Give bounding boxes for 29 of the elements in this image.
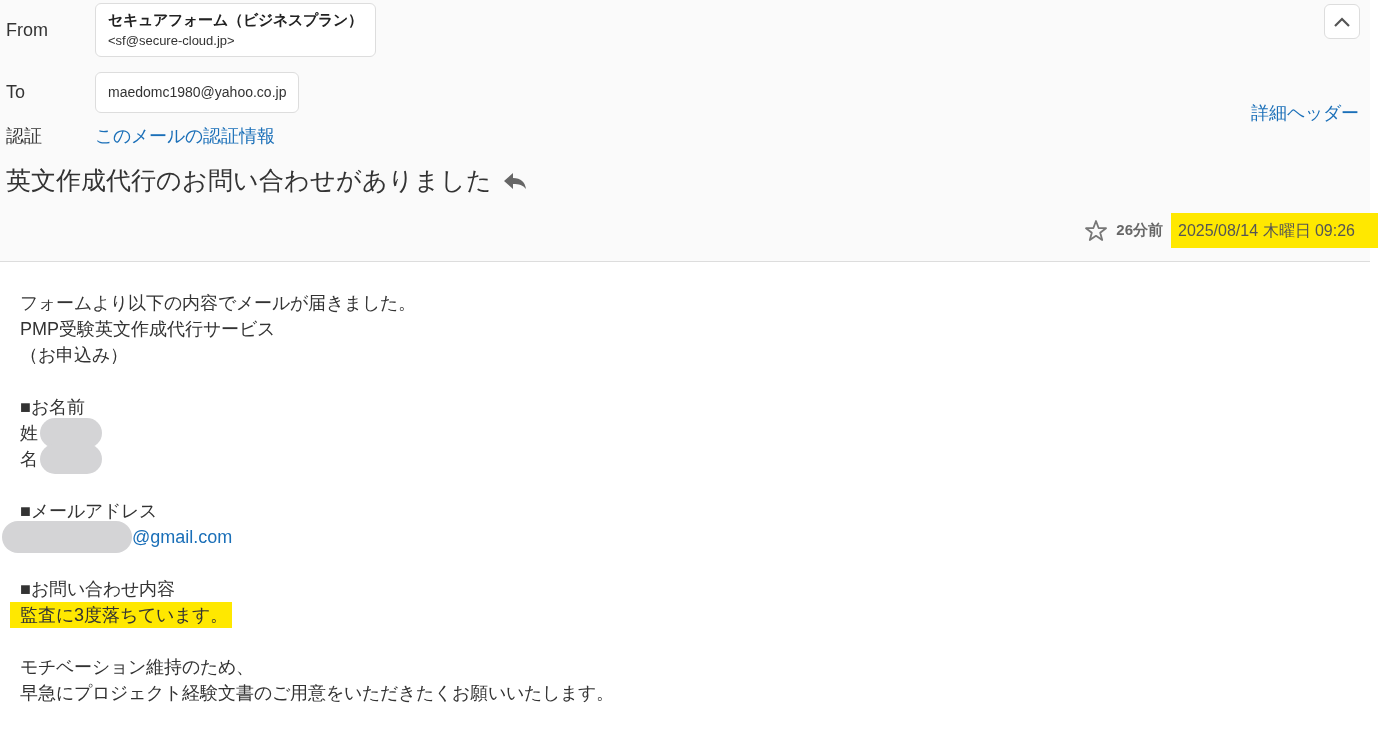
body-text-line: （お申込み） <box>20 344 128 367</box>
body-text-line: フォームより以下の内容でメールが届きました。 <box>20 292 416 315</box>
body-text-line: 早急にプロジェクト経験文書のご用意をいただきたくお願いいたします。 <box>20 682 614 705</box>
reply-icon[interactable] <box>502 170 528 191</box>
collapse-button[interactable] <box>1324 4 1360 39</box>
body-text-line: ■メールアドレス <box>20 500 157 523</box>
body-text-line: PMP受験英文作成代行サービス <box>20 318 275 341</box>
star-icon[interactable] <box>1084 218 1109 243</box>
body-field-label: 名 <box>20 448 38 471</box>
detailed-headers-link[interactable]: 詳細ヘッダー <box>1251 100 1359 127</box>
relative-time: 26分前 <box>1116 220 1163 241</box>
sender-name: セキュアフォーム（ビジネスプラン） <box>108 10 363 30</box>
sender-card[interactable]: セキュアフォーム（ビジネスプラン） <sf@secure-cloud.jp> <box>95 3 376 57</box>
sender-address: <sf@secure-cloud.jp> <box>108 32 236 50</box>
received-date: 2025/08/14 木曜日 09:26 <box>1171 213 1378 248</box>
from-label: From <box>5 18 49 42</box>
to-label: To <box>5 81 26 104</box>
body-text-line: モチベーション維持のため、 <box>20 656 254 679</box>
body-text-line: ■お問い合わせ内容 <box>20 578 175 601</box>
email-subject: 英文作成代行のお問い合わせがありました <box>6 165 492 196</box>
recipient-address[interactable]: maedomc1980@yahoo.co.jp <box>95 72 300 113</box>
body-text-line: ■お名前 <box>20 396 85 419</box>
chevron-up-icon <box>1333 15 1351 28</box>
auth-label: 認証 <box>5 125 43 148</box>
email-link[interactable]: @gmail.com <box>132 524 233 550</box>
redaction-mark <box>40 444 102 474</box>
body-field-label: 姓 <box>20 422 38 445</box>
redaction-mark <box>40 418 102 448</box>
auth-info-link[interactable]: このメールの認証情報 <box>95 123 275 150</box>
